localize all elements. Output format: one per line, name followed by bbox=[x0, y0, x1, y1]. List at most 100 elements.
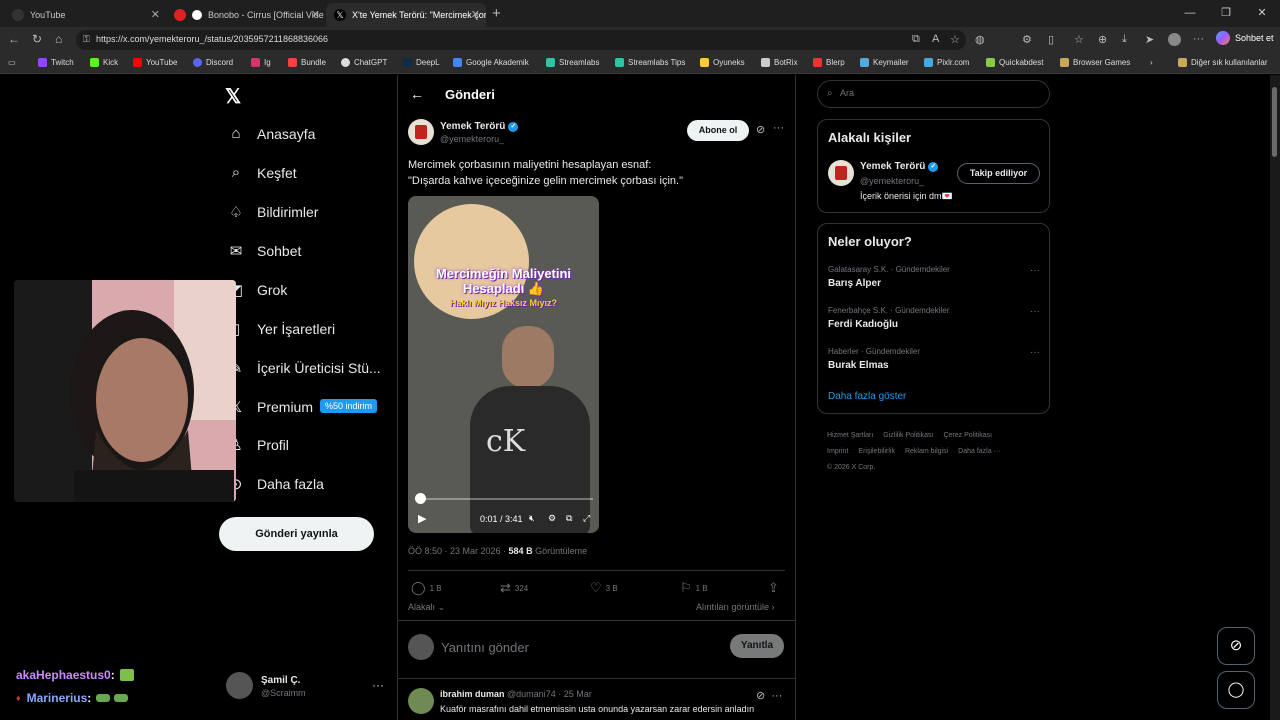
volume-mute-icon[interactable]: 🔇︎ bbox=[529, 513, 535, 524]
scrollbar-thumb[interactable] bbox=[1272, 87, 1277, 157]
following-button[interactable]: Takip ediliyor bbox=[957, 163, 1040, 184]
split-screen-icon[interactable]: ▯ bbox=[1048, 33, 1054, 46]
home-icon[interactable]: ⌂ bbox=[55, 32, 62, 46]
back-icon[interactable]: ← bbox=[8, 32, 20, 46]
favorites-icon[interactable]: ☆ bbox=[1074, 33, 1084, 46]
reply-input[interactable]: Yanıtını gönder bbox=[441, 640, 529, 655]
browser-tab-youtube[interactable]: YouTube ✕ bbox=[4, 3, 166, 27]
bookmark-keymailer[interactable]: Keymailer bbox=[860, 58, 909, 67]
bookmark-botrix[interactable]: BotRix bbox=[761, 58, 798, 67]
back-arrow-icon[interactable]: ← bbox=[410, 86, 424, 102]
more-icon[interactable]: ··· bbox=[1030, 265, 1040, 276]
author-handle[interactable]: @yemekteroru_ bbox=[440, 134, 504, 144]
bookmark-pixlr[interactable]: Pixlr.com bbox=[924, 58, 969, 67]
url-text[interactable]: https://x.com/yemekteroru_/status/203595… bbox=[96, 34, 328, 44]
fullscreen-icon[interactable]: ⤢ bbox=[583, 513, 590, 524]
url-box[interactable]: ⚿ https://x.com/yemekteroru_/status/2035… bbox=[76, 30, 966, 50]
reply-action[interactable]: ◯ 1 B bbox=[411, 580, 442, 596]
footer-link[interactable]: Hizmet Şartları bbox=[827, 432, 873, 439]
browser-tab-bonobo[interactable]: Bonobo - Cirrus [Official Vide ✕ bbox=[166, 3, 326, 27]
scrollbar[interactable] bbox=[1270, 75, 1280, 720]
more-icon[interactable]: ··· bbox=[1193, 33, 1204, 45]
bookmark-action[interactable]: ⚐ 1 B bbox=[680, 580, 708, 596]
close-tab-icon[interactable]: ✕ bbox=[471, 8, 480, 21]
settings-icon[interactable]: ⚙ bbox=[548, 513, 556, 524]
bookmark-twitch[interactable]: Twitch bbox=[38, 58, 74, 67]
profile-icon[interactable] bbox=[1168, 33, 1181, 46]
trend-item[interactable]: Fenerbahçe S.K. · Gündemdekiler Ferdi Ka… bbox=[828, 306, 1040, 330]
nav-creator-studio[interactable]: ✎İçerik Üreticisi Stü... bbox=[226, 359, 381, 377]
nav-home[interactable]: ⌂ Anasayfa bbox=[226, 125, 315, 142]
reply-button[interactable]: Yanıtla bbox=[730, 634, 784, 658]
more-icon[interactable]: ··· bbox=[1030, 306, 1040, 317]
footer-link[interactable]: Imprint bbox=[827, 448, 848, 455]
more-icon[interactable]: ··· bbox=[1030, 347, 1040, 358]
x-logo-icon[interactable]: 𝕏 bbox=[225, 84, 241, 109]
downloads-icon[interactable]: ⤓ bbox=[1122, 33, 1127, 46]
more-icon[interactable]: ··· bbox=[771, 690, 782, 702]
like-action[interactable]: ♡ 3 B bbox=[590, 580, 618, 596]
chevron-right-icon[interactable]: › bbox=[1150, 58, 1153, 67]
bookmark-google-akademik[interactable]: Google Akademik bbox=[453, 58, 529, 67]
bookmark-discord[interactable]: Discord bbox=[193, 58, 233, 67]
video-player[interactable]: cK Mercimeğin Maliyetini Hesapladı 👍 Hak… bbox=[408, 196, 599, 533]
account-switcher[interactable]: Şamil Ç. @Scraimm ··· bbox=[226, 672, 386, 702]
related-name[interactable]: Yemek Terörü ✓ bbox=[860, 161, 939, 172]
send-icon[interactable]: ➤ bbox=[1145, 33, 1154, 46]
collections-icon[interactable]: ⊕ bbox=[1098, 33, 1107, 46]
bookmark-ig[interactable]: Ig bbox=[251, 58, 271, 67]
copilot-chat-button[interactable]: Sohbet et bbox=[1216, 31, 1274, 45]
grok-icon[interactable]: ⊘ bbox=[756, 123, 765, 136]
more-icon[interactable]: ··· bbox=[773, 122, 784, 134]
nav-bookmarks[interactable]: ▯Yer İşaretleri bbox=[226, 320, 335, 338]
show-more-link[interactable]: Daha fazla göster bbox=[828, 391, 906, 402]
favorite-star-icon[interactable]: ☆ bbox=[950, 33, 960, 46]
bookmark-quickabdest[interactable]: Quickabdest bbox=[986, 58, 1043, 67]
minimize-icon[interactable]: — bbox=[1172, 0, 1208, 27]
nav-explore[interactable]: ⌕ Keşfet bbox=[226, 164, 297, 181]
bookmark-deepl[interactable]: DeepL bbox=[403, 58, 440, 67]
author-name[interactable]: Yemek Terörü ✓ bbox=[440, 121, 519, 132]
install-icon[interactable]: ⧉ bbox=[912, 33, 920, 46]
close-tab-icon[interactable]: ✕ bbox=[311, 8, 320, 21]
footer-link[interactable]: Daha fazla ··· bbox=[958, 448, 1000, 455]
bookmark-browser-games[interactable]: Browser Games bbox=[1060, 58, 1130, 67]
trend-item[interactable]: Galatasaray S.K. · Gündemdekiler Barış A… bbox=[828, 265, 1040, 289]
sort-relevant-dropdown[interactable]: Alakalı ⌄ bbox=[408, 602, 445, 613]
browser-tab-x[interactable]: 𝕏 X'te Yemek Terörü: "Mercimek çorb ✕ bbox=[326, 3, 486, 27]
related-handle[interactable]: @yemekteroru_ bbox=[860, 176, 924, 186]
bookmark-blerp[interactable]: Blerp bbox=[813, 58, 845, 67]
nav-more[interactable]: ⊙Daha fazla bbox=[226, 475, 324, 493]
author-avatar[interactable] bbox=[408, 119, 434, 145]
bookmark-kick[interactable]: Kick bbox=[90, 58, 118, 67]
play-icon[interactable]: ▶ bbox=[418, 512, 426, 525]
bookmark-youtube[interactable]: YouTube bbox=[133, 58, 177, 67]
close-tab-icon[interactable]: ✕ bbox=[151, 8, 160, 21]
video-progress-bar[interactable] bbox=[418, 498, 593, 500]
bookmark-streamlabs[interactable]: Streamlabs bbox=[546, 58, 599, 67]
close-window-icon[interactable]: ✕ bbox=[1244, 0, 1280, 27]
reload-icon[interactable]: ↻ bbox=[32, 32, 42, 46]
new-tab-icon[interactable]: + bbox=[492, 5, 501, 22]
bookmarks-menu-icon[interactable]: ▭ bbox=[8, 58, 16, 67]
bookmark-streamlabs-tips[interactable]: Streamlabs Tips bbox=[615, 58, 685, 67]
footer-link[interactable]: Çerez Politikası bbox=[943, 432, 992, 439]
subscribe-button[interactable]: Abone ol bbox=[687, 120, 749, 141]
grok-fab-icon[interactable]: ⊘ bbox=[1217, 627, 1255, 665]
video-progress-handle[interactable] bbox=[414, 493, 426, 504]
view-quotes-link[interactable]: Alıntıları görüntüle › bbox=[696, 602, 775, 612]
bookmark-bundle[interactable]: Bundle bbox=[288, 58, 326, 67]
repost-action[interactable]: ⇄ 324 bbox=[500, 580, 528, 596]
read-aloud-icon[interactable]: A bbox=[932, 33, 939, 45]
footer-link[interactable]: Reklam bilgisi bbox=[905, 448, 948, 455]
related-avatar[interactable] bbox=[828, 160, 854, 186]
footer-link[interactable]: Gizlilik Politikası bbox=[883, 432, 933, 439]
bookmark-chatgpt[interactable]: ChatGPT bbox=[341, 58, 387, 67]
extension-icon[interactable]: ◍ bbox=[975, 33, 985, 46]
maximize-icon[interactable]: ❐ bbox=[1208, 0, 1244, 27]
grok-icon[interactable]: ⊘ bbox=[756, 690, 765, 702]
share-action[interactable]: ⇪ bbox=[768, 580, 783, 596]
site-info-icon[interactable]: ⚿ bbox=[83, 34, 90, 45]
footer-link[interactable]: Erişilebilirlik bbox=[858, 448, 895, 455]
picture-in-picture-icon[interactable]: ⧉ bbox=[566, 513, 572, 524]
